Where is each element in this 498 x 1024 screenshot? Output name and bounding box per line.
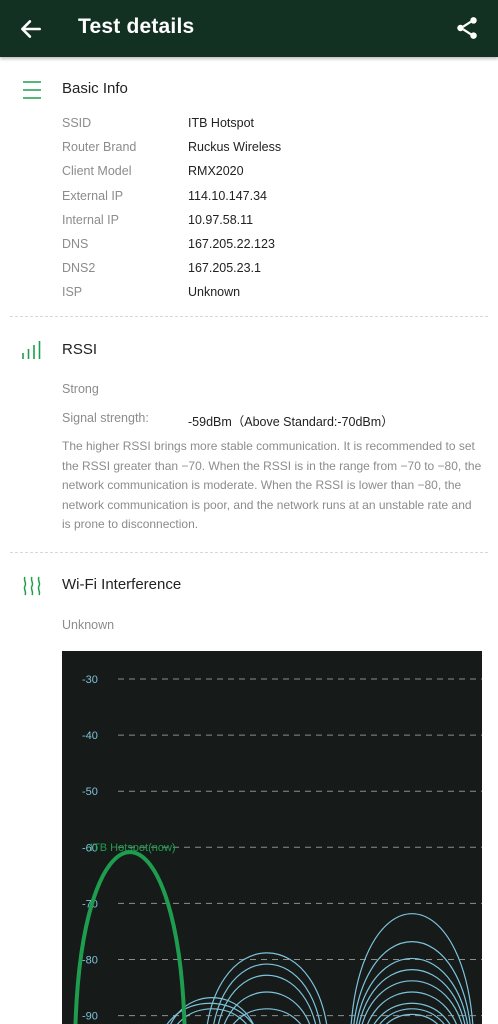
interference-curve [379,1008,445,1024]
wifi-interference-header: Wi-Fi Interference [0,571,498,601]
wifi-waves-icon [23,576,41,596]
info-value: Ruckus Wireless [188,140,282,154]
interference-curve [361,980,463,1024]
signal-bars-icon [22,341,41,359]
y-tick-label: -80 [82,955,98,967]
info-value: 167.205.23.1 [188,261,261,275]
info-value: Unknown [188,285,241,299]
wifi-interference-title: Wi-Fi Interference [62,576,182,593]
interference-curve [350,913,474,1024]
interference-curve [224,991,310,1024]
page-title: Test details [78,15,195,38]
info-row-client-model: Client Model RMX2020 [0,162,498,182]
rssi-level: Strong [62,382,99,396]
current-network-curve [73,850,187,1024]
info-row-router-brand: Router Brand Ruckus Wireless [0,138,498,158]
info-key: DNS2 [62,261,96,275]
y-tick-label: -90 [82,1011,98,1023]
app-bar: Test details [0,0,498,57]
section-divider [10,316,488,317]
info-key: Router Brand [62,140,137,154]
section-divider [10,552,488,553]
basic-info-title: Basic Info [62,80,128,97]
rssi-header: RSSI [0,336,498,366]
info-value: ITB Hotspot [188,116,254,130]
wifi-interference-chart: -30 -40 -50 -60 -70 -80 -90 ITB Hotspot(now) [62,651,482,1024]
menu-lines-icon [23,81,41,99]
y-tick-label: -40 [82,730,98,742]
info-row-external-ip: External IP 114.10.147.34 [0,187,498,207]
info-value: RMX2020 [188,164,244,178]
wifi-interference-status: Unknown [62,618,115,632]
info-row-dns: DNS 167.205.22.123 [0,235,498,255]
info-key: Client Model [62,164,132,178]
info-value: 167.205.22.123 [188,237,275,251]
info-value: 10.97.58.11 [188,213,254,227]
interference-curve [217,974,317,1024]
rssi-description: The higher RSSI brings more stable commu… [62,439,482,531]
signal-strength-row: Signal strength: -59dBm（Above Standard:-… [0,409,498,429]
info-row-isp: ISP Unknown [0,283,498,303]
info-key: Internal IP [62,213,119,227]
y-tick-label: -30 [82,674,98,686]
arrow-left-icon[interactable] [18,16,44,42]
signal-strength-value: -59dBm（Above Standard:-70dBm） [188,415,394,429]
info-row-dns2: DNS2 167.205.23.1 [0,259,498,279]
info-key: External IP [62,189,124,203]
basic-info-header: Basic Info [0,75,498,105]
info-key: DNS [62,237,89,251]
share-icon[interactable] [454,15,480,41]
rssi-title: RSSI [62,341,98,358]
y-tick-label: -50 [82,786,98,798]
chart-canvas: -30-40-50-60-70-80-90ITB Hotspot(now) [73,674,482,1024]
signal-strength-key: Signal strength: [62,411,149,425]
info-key: SSID [62,116,92,130]
interference-curve [232,1008,302,1024]
interference-curve [353,941,471,1024]
info-row-ssid: SSID ITB Hotspot [0,114,498,134]
info-value: 114.10.147.34 [188,189,268,203]
info-key: ISP [62,285,83,299]
current-network-label: ITB Hotspot(now) [90,842,176,854]
info-row-internal-ip: Internal IP 10.97.58.11 [0,211,498,231]
interference-curve [170,997,254,1024]
